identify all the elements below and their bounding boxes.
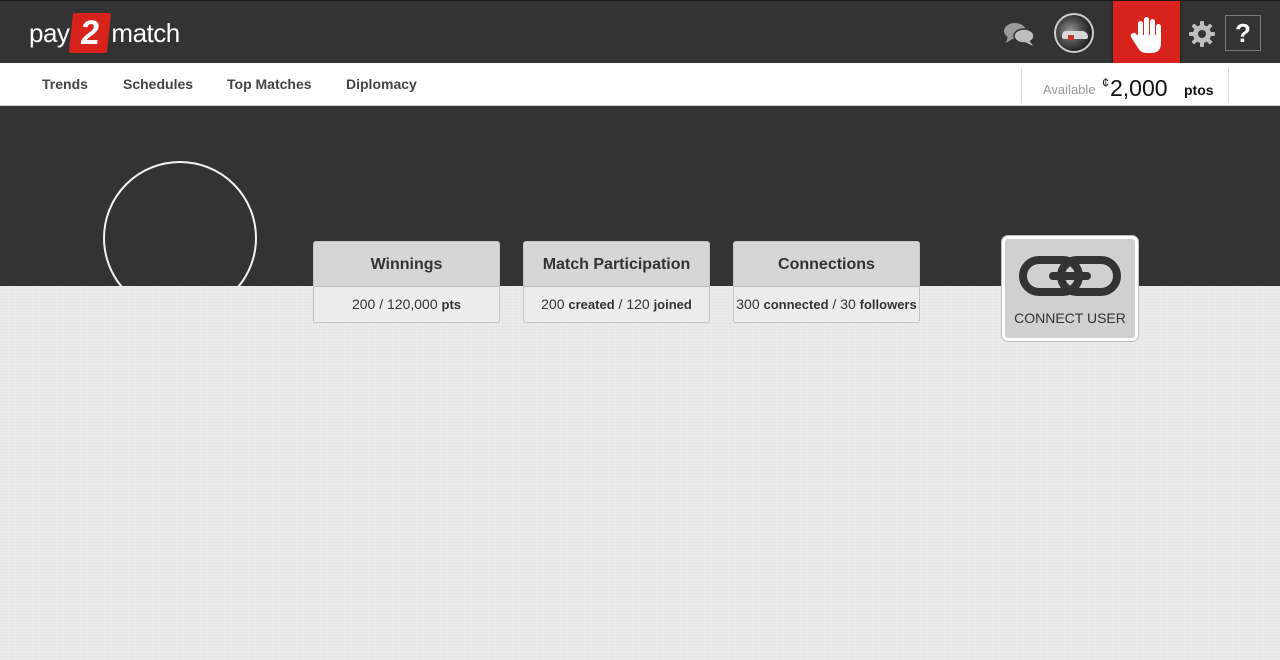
- stat-card-title: Winnings: [314, 242, 499, 287]
- stat-card-title: Connections: [734, 242, 919, 287]
- stat-separator: /: [828, 296, 841, 312]
- connect-user-button[interactable]: CONNECT USER: [1002, 236, 1138, 341]
- currency-symbol: ¢: [1102, 75, 1110, 90]
- connect-user-label: CONNECT USER: [1014, 310, 1126, 326]
- logo-number: 2: [69, 13, 112, 53]
- stat-card-title: Match Participation: [524, 242, 709, 287]
- points-balance: Available ¢ 2,000 ptos: [1021, 68, 1229, 103]
- avatar-photo-detail: [1068, 35, 1074, 40]
- followers-label: followers: [859, 297, 917, 312]
- chain-link-icon: [1019, 256, 1121, 296]
- created-count: 200: [541, 296, 565, 312]
- stat-card-winnings: Winnings 200 / 120,000 pts: [313, 241, 500, 323]
- stat-separator: /: [375, 296, 388, 312]
- raise-hand-button[interactable]: [1113, 1, 1180, 69]
- nav-item-schedules[interactable]: Schedules: [123, 76, 193, 92]
- top-bar: pay 2 match ?: [0, 0, 1280, 69]
- joined-count: 120: [626, 296, 650, 312]
- balance-unit: ptos: [1184, 82, 1214, 98]
- logo-text-match: match: [111, 17, 180, 48]
- main-nav: Trends Schedules Top Matches Diplomacy A…: [0, 63, 1280, 106]
- logo-text-pay: pay: [29, 17, 70, 48]
- pay2match-logo[interactable]: pay 2 match: [29, 13, 180, 53]
- winnings-value: 200: [351, 296, 376, 312]
- avatar-photo-car: [1062, 31, 1088, 39]
- help-button[interactable]: ?: [1225, 15, 1261, 51]
- winnings-unit: pts: [441, 297, 462, 312]
- user-avatar[interactable]: [1054, 13, 1094, 53]
- connected-label: connected: [763, 297, 829, 312]
- nav-item-trends[interactable]: Trends: [42, 76, 88, 92]
- stat-card-value: 200 / 120,000 pts: [314, 287, 499, 322]
- followers-count: 30: [840, 296, 856, 312]
- nav-item-diplomacy[interactable]: Diplomacy: [346, 76, 417, 92]
- balance-amount: 2,000: [1110, 75, 1168, 101]
- profile-content-area: [0, 286, 1280, 660]
- chat-bubbles-icon[interactable]: [1003, 21, 1035, 47]
- created-label: created: [568, 297, 615, 312]
- nav-item-top-matches[interactable]: Top Matches: [227, 76, 312, 92]
- joined-label: joined: [653, 297, 692, 312]
- stat-card-value: 300 connected / 30 followers: [734, 287, 919, 322]
- stat-separator: /: [614, 296, 627, 312]
- raise-hand-icon: [1130, 17, 1161, 53]
- winnings-total: 120,000: [387, 296, 438, 312]
- connected-count: 300: [736, 296, 760, 312]
- balance-label: Available: [1043, 82, 1096, 97]
- gear-icon[interactable]: [1188, 20, 1216, 48]
- stat-card-match-participation: Match Participation 200 created / 120 jo…: [523, 241, 710, 323]
- stat-card-value: 200 created / 120 joined: [524, 287, 709, 322]
- stat-card-connections: Connections 300 connected / 30 followers: [733, 241, 920, 323]
